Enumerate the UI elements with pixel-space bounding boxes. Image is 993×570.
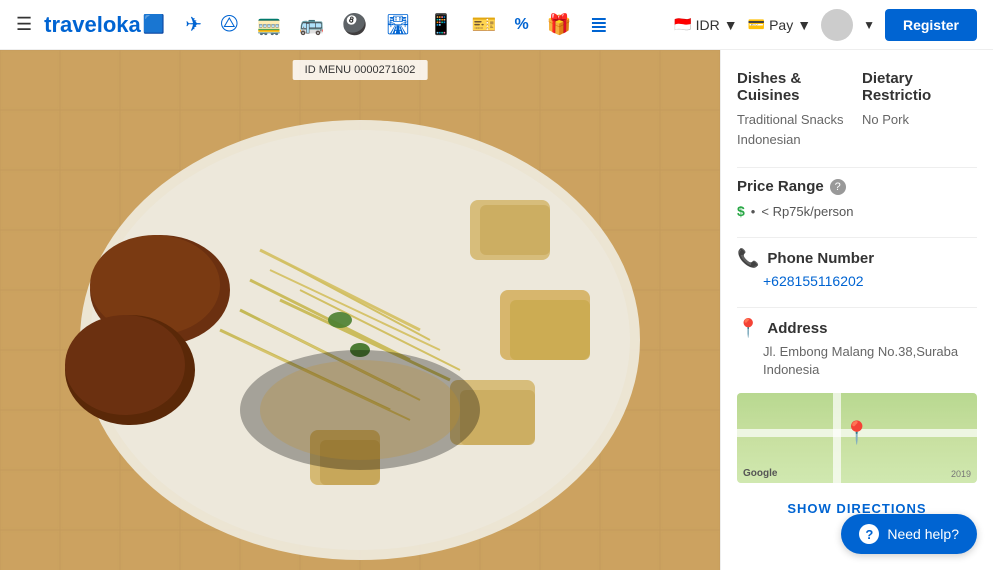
address-text: Jl. Embong Malang No.38,Suraba Indonesia bbox=[763, 343, 977, 379]
avatar[interactable] bbox=[821, 9, 853, 41]
dollar-icon: $ bbox=[737, 203, 745, 219]
phone-section: 📞 Phone Number +628155116202 bbox=[737, 248, 977, 289]
logo-bird-icon: 🟦 bbox=[143, 14, 165, 35]
address-header: 📍 Address bbox=[737, 318, 977, 339]
price-value: $ • < Rp75k/person bbox=[737, 203, 977, 219]
divider3 bbox=[737, 307, 977, 308]
food-image-container: ID MENU 0000271602 bbox=[0, 50, 720, 570]
airport-transfer-icon[interactable]: 🛣 bbox=[385, 12, 410, 37]
hotel-icon[interactable]: 🟕 bbox=[220, 10, 239, 39]
wallet-icon: 💳 bbox=[748, 16, 765, 33]
address-section: 📍 Address Jl. Embong Malang No.38,Suraba… bbox=[737, 318, 977, 379]
dietary-column: Dietary Restrictio No Pork bbox=[862, 70, 977, 149]
help-circle-icon: ? bbox=[859, 524, 879, 544]
phone-icon: 📞 bbox=[737, 248, 759, 269]
menu-id-overlay: ID MENU 0000271602 bbox=[293, 60, 428, 80]
map-road-vertical bbox=[833, 393, 841, 483]
avatar-chevron-icon: ▼ bbox=[863, 18, 875, 32]
register-button[interactable]: Register bbox=[885, 9, 977, 41]
dietary-value: No Pork bbox=[862, 110, 977, 130]
sim-icon[interactable]: 📱 bbox=[429, 12, 454, 37]
logo[interactable]: traveloka 🟦 bbox=[44, 12, 165, 38]
nav-right: 🇮🇩 IDR ▼ 💳 Pay ▼ ▼ Register bbox=[674, 9, 977, 41]
hamburger-menu-icon[interactable]: ☰ bbox=[16, 14, 32, 35]
map-container[interactable]: 📍 Google 2019 bbox=[737, 393, 977, 483]
need-help-button[interactable]: ? Need help? bbox=[841, 514, 977, 554]
bus-icon[interactable]: 🚌 bbox=[299, 12, 324, 37]
flight-icon[interactable]: ✈ bbox=[185, 12, 202, 37]
price-text: < Rp75k/person bbox=[761, 204, 853, 219]
price-range-header: Price Range ? bbox=[737, 178, 977, 195]
dishes-value: Traditional Snacks Indonesian bbox=[737, 110, 852, 149]
currency-selector[interactable]: 🇮🇩 IDR ▼ bbox=[674, 16, 737, 33]
location-icon: 📍 bbox=[737, 318, 759, 339]
nav-icons: ✈ 🟕 🚃 🚌 🎱 🛣 📱 🎫 % 🎁 ≣ bbox=[185, 10, 674, 39]
main-content: ID MENU 0000271602 Dishes & Cuisines Tra… bbox=[0, 50, 993, 570]
price-range-help-icon[interactable]: ? bbox=[830, 179, 846, 195]
phone-title: Phone Number bbox=[767, 250, 874, 267]
logo-text: traveloka bbox=[44, 12, 141, 38]
pay-chevron-icon: ▼ bbox=[797, 17, 811, 33]
map-year: 2019 bbox=[951, 469, 971, 479]
food-image: ID MENU 0000271602 bbox=[0, 50, 720, 570]
divider1 bbox=[737, 167, 977, 168]
dishes-dietary-section: Dishes & Cuisines Traditional Snacks Ind… bbox=[737, 70, 977, 149]
navbar: ☰ traveloka 🟦 ✈ 🟕 🚃 🚌 🎱 🛣 📱 🎫 % 🎁 ≣ 🇮🇩 I… bbox=[0, 0, 993, 50]
ticket-icon[interactable]: 🎫 bbox=[472, 12, 497, 37]
currency-chevron-icon: ▼ bbox=[724, 17, 738, 33]
phone-number[interactable]: +628155116202 bbox=[763, 273, 977, 289]
promo-icon[interactable]: % bbox=[514, 16, 528, 34]
flag-icon: 🇮🇩 bbox=[674, 16, 691, 33]
google-logo: Google bbox=[743, 468, 777, 479]
gift-icon[interactable]: 🎁 bbox=[547, 12, 572, 37]
more-icon[interactable]: ≣ bbox=[590, 12, 608, 38]
dishes-column: Dishes & Cuisines Traditional Snacks Ind… bbox=[737, 70, 852, 149]
divider2 bbox=[737, 237, 977, 238]
train-icon[interactable]: 🚃 bbox=[257, 12, 282, 37]
dishes-title: Dishes & Cuisines bbox=[737, 70, 852, 104]
map-background: 📍 Google 2019 bbox=[737, 393, 977, 483]
need-help-label: Need help? bbox=[887, 526, 959, 542]
phone-header: 📞 Phone Number bbox=[737, 248, 977, 269]
dietary-title: Dietary Restrictio bbox=[862, 70, 977, 104]
address-title: Address bbox=[767, 320, 827, 337]
info-panel: Dishes & Cuisines Traditional Snacks Ind… bbox=[720, 50, 993, 570]
price-bullet: • bbox=[751, 204, 756, 219]
currency-label: IDR bbox=[696, 17, 720, 33]
price-range-section: Price Range ? $ • < Rp75k/person bbox=[737, 178, 977, 219]
pay-selector[interactable]: 💳 Pay ▼ bbox=[748, 16, 811, 33]
activity-icon[interactable]: 🎱 bbox=[342, 12, 367, 37]
map-pin-icon: 📍 bbox=[843, 420, 870, 446]
pay-label: Pay bbox=[769, 17, 793, 33]
price-range-title: Price Range bbox=[737, 178, 824, 195]
menu-id-text: ID MENU 0000271602 bbox=[305, 64, 416, 76]
food-background bbox=[0, 50, 720, 570]
